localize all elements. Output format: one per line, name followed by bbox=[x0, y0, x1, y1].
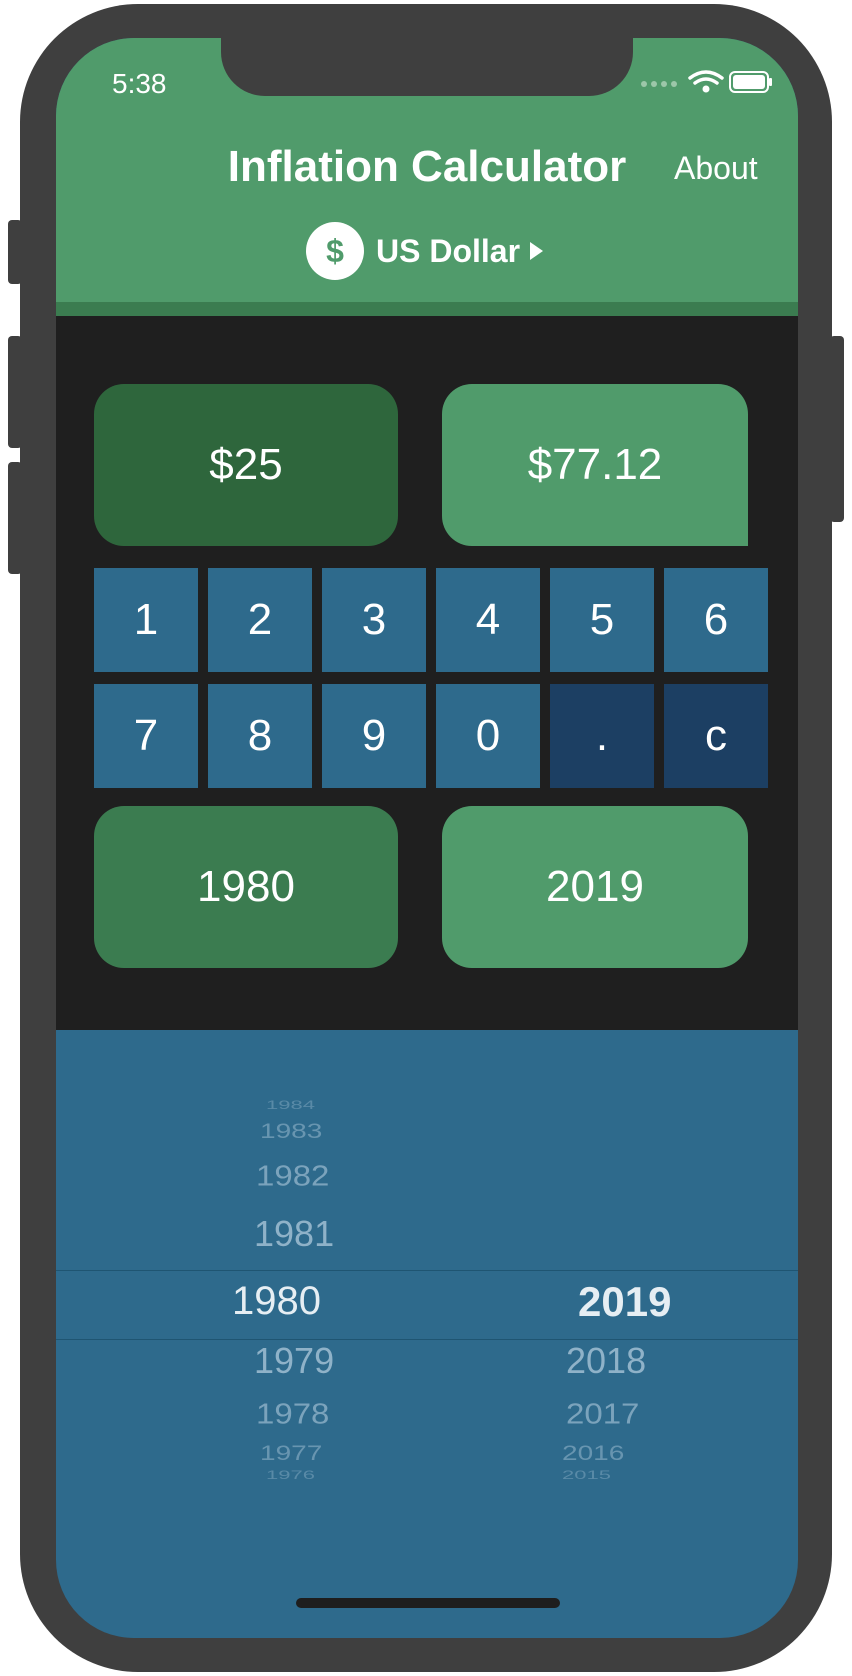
picker-left-item[interactable]: 1978 bbox=[256, 1397, 329, 1430]
picker-right-item[interactable]: 2015 bbox=[562, 1468, 611, 1482]
app-screen: 5:38 Inflation Calculator About $ US Dol… bbox=[56, 38, 798, 1638]
key-7[interactable]: 7 bbox=[94, 684, 198, 788]
picker-left-item[interactable]: 1984 bbox=[266, 1098, 315, 1112]
key-2[interactable]: 2 bbox=[208, 568, 312, 672]
picker-right-item[interactable]: 2018 bbox=[566, 1340, 646, 1382]
battery-icon bbox=[729, 71, 772, 93]
result-amount-card[interactable]: $77.12 bbox=[442, 384, 748, 546]
picker-right-selected[interactable]: 2019 bbox=[578, 1278, 671, 1326]
key-5[interactable]: 5 bbox=[550, 568, 654, 672]
picker-left-selected[interactable]: 1980 bbox=[232, 1279, 321, 1324]
keypad: 1 2 3 4 5 6 7 8 9 0 . c bbox=[94, 568, 768, 788]
key-0[interactable]: 0 bbox=[436, 684, 540, 788]
end-year-card[interactable]: 2019 bbox=[442, 806, 748, 968]
status-time: 5:38 bbox=[112, 68, 167, 99]
notch bbox=[221, 38, 633, 96]
home-indicator bbox=[296, 1598, 560, 1608]
key-decimal[interactable]: . bbox=[550, 684, 654, 788]
currency-label: US Dollar bbox=[376, 232, 521, 269]
wifi-dot bbox=[702, 85, 710, 93]
picker-right-item[interactable]: 2017 bbox=[566, 1397, 639, 1430]
signal-icon bbox=[641, 81, 677, 87]
key-4[interactable]: 4 bbox=[436, 568, 540, 672]
wifi-icon bbox=[688, 70, 724, 85]
picker-left-item[interactable]: 1983 bbox=[260, 1119, 322, 1143]
key-8[interactable]: 8 bbox=[208, 684, 312, 788]
picker-left-item[interactable]: 1976 bbox=[266, 1468, 315, 1482]
picker-left-item[interactable]: 1979 bbox=[254, 1340, 334, 1382]
key-9[interactable]: 9 bbox=[322, 684, 426, 788]
power-button bbox=[830, 336, 844, 522]
about-button[interactable]: About bbox=[674, 150, 758, 187]
start-year-card[interactable]: 1980 bbox=[94, 806, 398, 968]
status-icons bbox=[641, 70, 772, 93]
picker-left-item[interactable]: 1982 bbox=[256, 1159, 329, 1192]
picker-right-item[interactable]: 2016 bbox=[562, 1441, 624, 1465]
key-clear[interactable]: c bbox=[664, 684, 768, 788]
currency-selector[interactable]: $ US Dollar bbox=[306, 220, 544, 282]
year-picker[interactable] bbox=[56, 1030, 798, 1500]
picker-left-item[interactable]: 1981 bbox=[254, 1213, 334, 1255]
header-divider bbox=[56, 302, 798, 316]
start-amount-card[interactable]: $25 bbox=[94, 384, 398, 546]
triangle-right-icon bbox=[530, 242, 544, 260]
picker-left-item[interactable]: 1977 bbox=[260, 1441, 322, 1465]
key-6[interactable]: 6 bbox=[664, 568, 768, 672]
key-1[interactable]: 1 bbox=[94, 568, 198, 672]
picker-selection-band bbox=[56, 1270, 798, 1340]
key-3[interactable]: 3 bbox=[322, 568, 426, 672]
dollar-icon: $ bbox=[306, 222, 364, 280]
